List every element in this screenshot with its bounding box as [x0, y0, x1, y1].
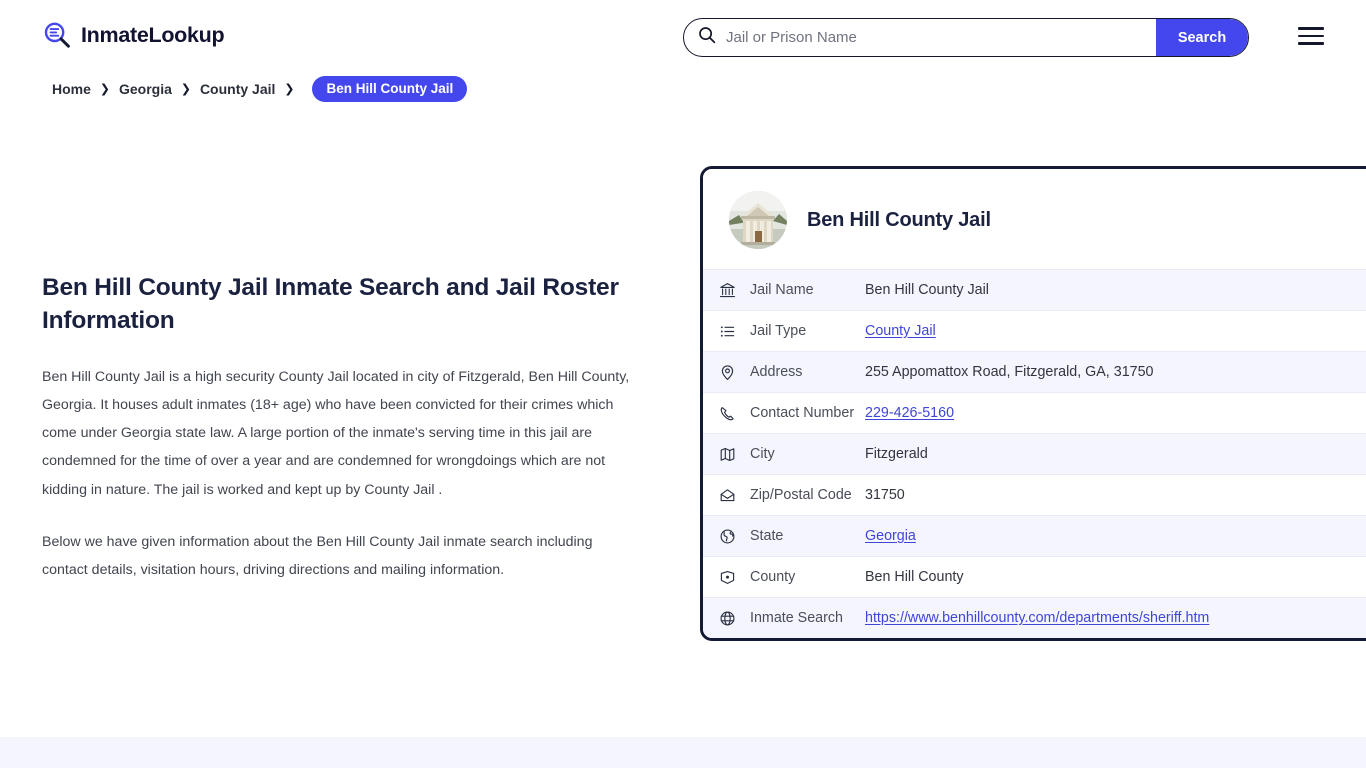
brand-name: InmateLookup: [81, 22, 225, 47]
hamburger-menu-icon[interactable]: [1298, 25, 1324, 47]
row-value: 31750: [865, 487, 905, 503]
chevron-right-icon: ❯: [180, 81, 191, 96]
breadcrumb-item-county-jail[interactable]: County Jail: [200, 81, 275, 97]
row-label: State: [750, 528, 784, 544]
row-label: City: [750, 446, 775, 462]
table-row: Inmate Search https://www.benhillcounty.…: [703, 597, 1366, 638]
hamburger-bar: [1298, 42, 1324, 45]
table-row: Zip/Postal Code 31750: [703, 474, 1366, 515]
table-row: Jail Type County Jail: [703, 310, 1366, 351]
globe-americas-icon: [719, 528, 736, 545]
breadcrumb-current: Ben Hill County Jail: [312, 76, 468, 102]
row-value-link[interactable]: 229-426-5160: [865, 405, 954, 421]
row-label: Address: [750, 364, 803, 380]
description-paragraph-2: Below we have given information about th…: [42, 533, 593, 578]
map-icon: [719, 446, 736, 463]
chevron-right-icon: ❯: [284, 81, 295, 96]
search-input[interactable]: [716, 19, 1156, 56]
main-content: Ben Hill County Jail Inmate Search and J…: [42, 272, 638, 584]
table-row: City Fitzgerald: [703, 433, 1366, 474]
phone-icon: [719, 405, 736, 422]
envelope-icon: [719, 487, 736, 504]
chevron-right-icon: ❯: [99, 81, 110, 96]
table-row: State Georgia: [703, 515, 1366, 556]
row-label: Jail Type: [750, 323, 807, 339]
site-header: InmateLookup Search: [0, 0, 1366, 74]
jail-info-card-header: Ben Hill County Jail: [703, 169, 1366, 269]
row-label: County: [750, 569, 796, 585]
row-value: Ben Hill County: [865, 569, 964, 585]
bank-icon: [719, 282, 736, 299]
table-row: County Ben Hill County: [703, 556, 1366, 597]
table-row: Contact Number 229-426-5160: [703, 392, 1366, 433]
table-row: Jail Name Ben Hill County Jail: [703, 269, 1366, 310]
search-button[interactable]: Search: [1156, 19, 1248, 56]
list-icon: [719, 323, 736, 340]
hamburger-bar: [1298, 27, 1324, 30]
row-label: Contact Number: [750, 405, 855, 421]
magnifier-list-icon: [42, 20, 72, 50]
breadcrumb-item-georgia[interactable]: Georgia: [119, 81, 172, 97]
map-pin-icon: [719, 364, 736, 381]
map-marker-icon: [719, 569, 736, 586]
row-label: Zip/Postal Code: [750, 487, 852, 503]
courthouse-photo: [729, 191, 787, 249]
jail-info-card: Ben Hill County Jail Jail Name Ben Hill …: [700, 166, 1366, 641]
jail-info-card-title: Ben Hill County Jail: [807, 208, 991, 231]
footer-band: [0, 737, 1366, 768]
search-bar[interactable]: Search: [683, 18, 1249, 57]
jail-info-table: Jail Name Ben Hill County Jail Jail Type…: [703, 269, 1366, 638]
row-value: Fitzgerald: [865, 446, 928, 462]
row-label: Jail Name: [750, 282, 814, 298]
description-paragraph-1: Ben Hill County Jail is a high security …: [42, 369, 630, 498]
breadcrumb-item-home[interactable]: Home: [52, 81, 91, 97]
globe-icon: [719, 610, 736, 627]
row-value: Ben Hill County Jail: [865, 282, 989, 298]
row-value-link[interactable]: https://www.benhillcounty.com/department…: [865, 610, 1209, 626]
table-row: Address 255 Appomattox Road, Fitzgerald,…: [703, 351, 1366, 392]
page-title: Ben Hill County Jail Inmate Search and J…: [42, 274, 619, 334]
hamburger-bar: [1298, 34, 1324, 38]
brand-logo[interactable]: InmateLookup: [42, 20, 225, 50]
row-value: 255 Appomattox Road, Fitzgerald, GA, 317…: [865, 364, 1154, 380]
row-label: Inmate Search: [750, 610, 843, 626]
row-value-link[interactable]: County Jail: [865, 323, 936, 339]
row-value-link[interactable]: Georgia: [865, 528, 916, 544]
breadcrumb: Home ❯ Georgia ❯ County Jail ❯ Ben Hill …: [52, 76, 468, 102]
search-icon: [698, 26, 716, 49]
